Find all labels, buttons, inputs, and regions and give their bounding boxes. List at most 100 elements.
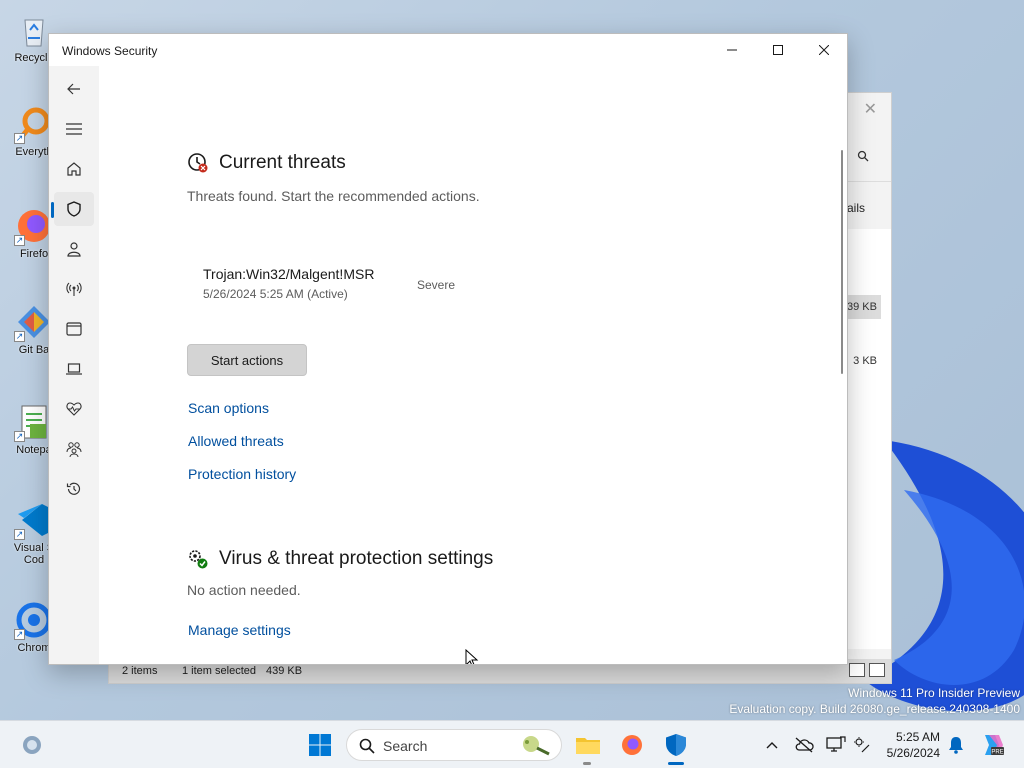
hamburger-menu-icon	[66, 123, 82, 135]
watermark-build: Evaluation copy. Build 26080.ge_release.…	[729, 702, 1020, 716]
nav-family-options[interactable]	[54, 432, 94, 466]
status-icons	[854, 737, 870, 753]
search-label: Search	[383, 738, 428, 754]
nav-settings[interactable]	[54, 656, 94, 664]
volume-status-button[interactable]	[848, 731, 876, 759]
minimize-button[interactable]	[709, 34, 755, 66]
display-network-icon	[826, 736, 846, 752]
onedrive-status-button[interactable]	[790, 731, 818, 759]
chevron-up-icon	[766, 742, 778, 749]
title-bar: Windows Security	[49, 34, 847, 66]
clock-date: 5/26/2024	[886, 746, 940, 760]
windows-security-taskbar-button[interactable]	[662, 731, 690, 759]
browser-window-icon	[66, 322, 82, 336]
show-hidden-icons-button[interactable]	[758, 731, 786, 759]
file-size: 3 KB	[853, 355, 877, 367]
notifications-button[interactable]	[942, 731, 970, 759]
threat-date: 5/26/2024 5:25 AM (Active)	[203, 287, 348, 301]
system-clock[interactable]: 5:25 AM 5/26/2024	[887, 729, 940, 761]
scan-options-link[interactable]: Scan options	[188, 400, 269, 416]
running-indicator	[583, 762, 591, 765]
taskbar: Search 5:25 AM 5/26/2024 PRE	[0, 720, 1024, 768]
folder-icon	[576, 738, 600, 754]
watermark-edition: Windows 11 Pro Insider Preview	[848, 686, 1020, 700]
start-actions-button[interactable]: Start actions	[187, 344, 307, 376]
home-icon	[67, 162, 81, 176]
status-selected-size: 439 KB	[266, 665, 303, 677]
start-button[interactable]	[306, 731, 334, 759]
shield-icon	[67, 201, 81, 217]
protection-history-link[interactable]: Protection history	[188, 466, 296, 482]
heart-pulse-icon	[66, 402, 82, 416]
back-arrow-icon	[67, 83, 80, 95]
details-view-icon[interactable]	[849, 663, 865, 677]
widgets-icon	[23, 736, 41, 754]
vertical-scrollbar[interactable]	[841, 150, 843, 374]
nav-account-protection[interactable]	[54, 232, 94, 266]
virus-settings-heading: Virus & threat protection settings	[187, 548, 493, 570]
file-explorer-button[interactable]	[574, 731, 602, 759]
nav-app-browser-control[interactable]	[54, 312, 94, 346]
file-list-panel	[847, 229, 891, 649]
network-antenna-icon	[66, 282, 82, 296]
shield-icon	[666, 734, 686, 756]
widgets-button[interactable]	[18, 731, 46, 759]
threat-name[interactable]: Trojan:Win32/Malgent!MSR	[203, 266, 374, 282]
divider	[847, 181, 891, 182]
threats-description: Threats found. Start the recommended act…	[187, 188, 480, 204]
settings-description: No action needed.	[187, 582, 301, 598]
network-status-button[interactable]	[822, 731, 850, 759]
copilot-icon: PRE	[985, 735, 1004, 756]
nav-device-security[interactable]	[54, 352, 94, 386]
allowed-threats-link[interactable]: Allowed threats	[188, 433, 284, 449]
maximize-icon	[773, 45, 783, 55]
menu-button[interactable]	[54, 112, 94, 146]
status-item-count: 2 items	[122, 665, 158, 677]
close-icon	[819, 45, 829, 55]
page-title: Current threats	[219, 152, 346, 173]
tiles-view-icon[interactable]	[869, 663, 885, 677]
bell-icon	[949, 737, 963, 754]
navigation-rail	[49, 66, 99, 664]
mouse-pointer-icon	[465, 649, 479, 664]
nav-protection-history[interactable]	[54, 472, 94, 506]
copilot-button[interactable]: PRE	[978, 731, 1006, 759]
firefox-icon	[622, 735, 642, 755]
minimize-icon	[727, 49, 737, 51]
manage-settings-link[interactable]: Manage settings	[188, 622, 291, 638]
back-button[interactable]	[54, 72, 94, 106]
section-title: Virus & threat protection settings	[219, 548, 494, 569]
close-button[interactable]	[801, 34, 847, 66]
shortcut-arrow-icon: ↗	[14, 133, 25, 144]
shortcut-arrow-icon: ↗	[14, 331, 25, 342]
search-highlight-icon	[523, 736, 550, 756]
threat-severity: Severe	[417, 278, 456, 292]
maximize-button[interactable]	[755, 34, 801, 66]
windows-security-window: Windows Security Current threats Threats…	[48, 33, 848, 665]
laptop-icon	[66, 363, 82, 375]
cloud-offline-icon	[795, 737, 814, 753]
svg-text:PRE: PRE	[991, 750, 1003, 756]
nav-firewall[interactable]	[54, 272, 94, 306]
status-selected-count: 1 item selected	[182, 665, 256, 677]
family-icon	[66, 442, 82, 457]
close-icon[interactable]: ✕	[864, 99, 877, 119]
main-content: Current threats Threats found. Start the…	[99, 66, 847, 664]
taskbar-search-box[interactable]: Search	[346, 729, 562, 761]
search-icon[interactable]	[857, 149, 869, 167]
person-icon	[67, 242, 81, 257]
search-icon	[359, 738, 375, 754]
window-title: Windows Security	[62, 44, 158, 58]
active-indicator	[668, 762, 684, 765]
threat-clock-icon	[188, 153, 208, 173]
clock-time: 5:25 AM	[895, 730, 940, 744]
gear-check-icon	[189, 550, 208, 569]
nav-device-health[interactable]	[54, 392, 94, 426]
nav-virus-protection[interactable]	[51, 192, 94, 226]
nav-home[interactable]	[54, 152, 94, 186]
shortcut-arrow-icon: ↗	[14, 431, 25, 442]
current-threats-heading: Current threats	[187, 152, 346, 174]
shortcut-arrow-icon: ↗	[14, 529, 25, 540]
shortcut-arrow-icon: ↗	[14, 629, 25, 640]
firefox-taskbar-button[interactable]	[618, 731, 646, 759]
